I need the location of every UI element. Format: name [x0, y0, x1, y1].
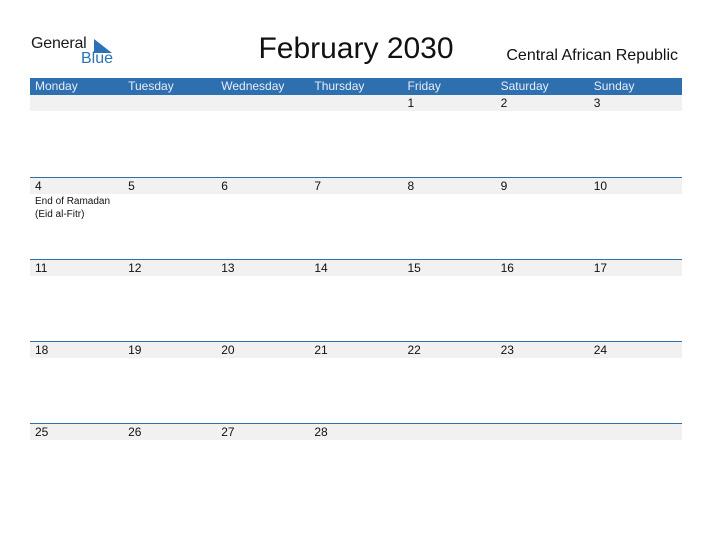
day-number: 7 [314, 179, 322, 193]
day-number: 23 [500, 343, 514, 357]
holiday-event [589, 440, 682, 441]
events-row [30, 358, 682, 359]
holiday-event [589, 194, 682, 221]
week-row: 18 19 20 21 22 23 24 [30, 341, 682, 423]
holiday-event [30, 440, 123, 441]
events-row [30, 111, 682, 112]
holiday-event [216, 276, 309, 277]
holiday-event [589, 111, 682, 112]
holiday-event [123, 276, 216, 277]
holiday-event [309, 276, 402, 277]
weekday-monday: Monday [35, 79, 78, 93]
day-number: 22 [407, 343, 421, 357]
day-number: 28 [314, 425, 328, 439]
day-number-band: 18 19 20 21 22 23 24 [30, 342, 682, 358]
week-row: 25 26 27 28 [30, 423, 682, 505]
day-number: 10 [593, 179, 608, 193]
holiday-event [496, 276, 589, 277]
day-number: 19 [128, 343, 142, 357]
calendar-grid: Monday Tuesday Wednesday Thursday Friday Satu… [30, 78, 682, 505]
holiday-event [403, 358, 496, 359]
day-number: 15 [407, 261, 421, 275]
day-number: 20 [221, 343, 235, 357]
day-number: 2 [500, 96, 508, 110]
day-number: 5 [128, 179, 135, 193]
holiday-event [216, 440, 309, 441]
holiday-event [403, 440, 496, 441]
day-number: 11 [35, 261, 48, 275]
day-number: 1 [407, 96, 415, 110]
events-row [30, 440, 682, 441]
day-number: 4 [35, 179, 42, 193]
day-number: 12 [128, 261, 142, 275]
holiday-event [123, 111, 216, 112]
week-row: 4 5 6 7 8 9 10 End of Ramadan (Eid al-Fitr) [30, 177, 682, 259]
day-number: 27 [221, 425, 235, 439]
day-number [589, 424, 682, 440]
holiday-event [496, 358, 589, 359]
holiday-event: End of Ramadan (Eid al-Fitr) [35, 196, 111, 220]
weekday-sunday: Sunday [593, 79, 635, 93]
day-number-band: 25 26 27 28 [30, 424, 682, 440]
day-number: 14 [314, 261, 328, 275]
events-row: End of Ramadan (Eid al-Fitr) [30, 194, 682, 221]
day-number: 24 [593, 343, 608, 357]
holiday-event [403, 111, 496, 112]
holiday-event [309, 440, 402, 441]
day-number: 17 [593, 261, 608, 275]
month-year: February 2030 [258, 32, 454, 65]
holiday-event [123, 358, 216, 359]
events-row [30, 276, 682, 277]
weekday-thursday: Thursday [314, 79, 365, 93]
weekday-tuesday: Tuesday [128, 79, 174, 93]
day-number: 3 [593, 96, 601, 110]
country-name: Central African Republic [506, 47, 678, 64]
holiday-event [30, 276, 123, 277]
day-number [216, 95, 309, 111]
holiday-event [309, 111, 402, 112]
weekday-friday: Friday [407, 79, 441, 93]
day-number: 8 [407, 179, 415, 193]
holiday-event [589, 276, 682, 277]
day-number: 9 [500, 179, 508, 193]
week-row: 1 2 3 [30, 95, 682, 177]
holiday-event [216, 194, 309, 221]
holiday-event [216, 358, 309, 359]
weekday-wednesday: Wednesday [221, 79, 285, 93]
holiday-event [496, 440, 589, 441]
day-number-band: 1 2 3 [30, 95, 682, 111]
holiday-event [496, 194, 589, 221]
day-number [30, 95, 123, 111]
day-number [496, 424, 589, 440]
holiday-event [216, 111, 309, 112]
holiday-event [123, 194, 216, 221]
holiday-event [30, 358, 123, 359]
weekday-saturday: Saturday [500, 79, 549, 93]
day-number [123, 95, 216, 111]
day-number [309, 95, 402, 111]
day-number-band: 11 12 13 14 15 16 17 [30, 260, 682, 276]
holiday-event [403, 194, 496, 221]
holiday-event [496, 111, 589, 112]
day-number: 26 [128, 425, 142, 439]
holiday-event [123, 440, 216, 441]
week-row: 11 12 13 14 15 16 17 [30, 259, 682, 341]
day-number-band: 4 5 6 7 8 9 10 [30, 178, 682, 194]
holiday-event [589, 358, 682, 359]
day-number: 16 [500, 261, 514, 275]
holiday-event [309, 194, 402, 221]
day-number: 13 [221, 261, 235, 275]
day-number: 6 [221, 179, 228, 193]
day-number: 21 [314, 343, 328, 357]
day-number [403, 424, 496, 440]
day-number: 18 [35, 343, 49, 357]
holiday-event [30, 111, 123, 112]
day-number: 25 [35, 425, 49, 439]
holiday-event [309, 358, 402, 359]
weekday-header: Monday Tuesday Wednesday Thursday Friday Satu… [30, 78, 682, 95]
holiday-event [403, 276, 496, 277]
